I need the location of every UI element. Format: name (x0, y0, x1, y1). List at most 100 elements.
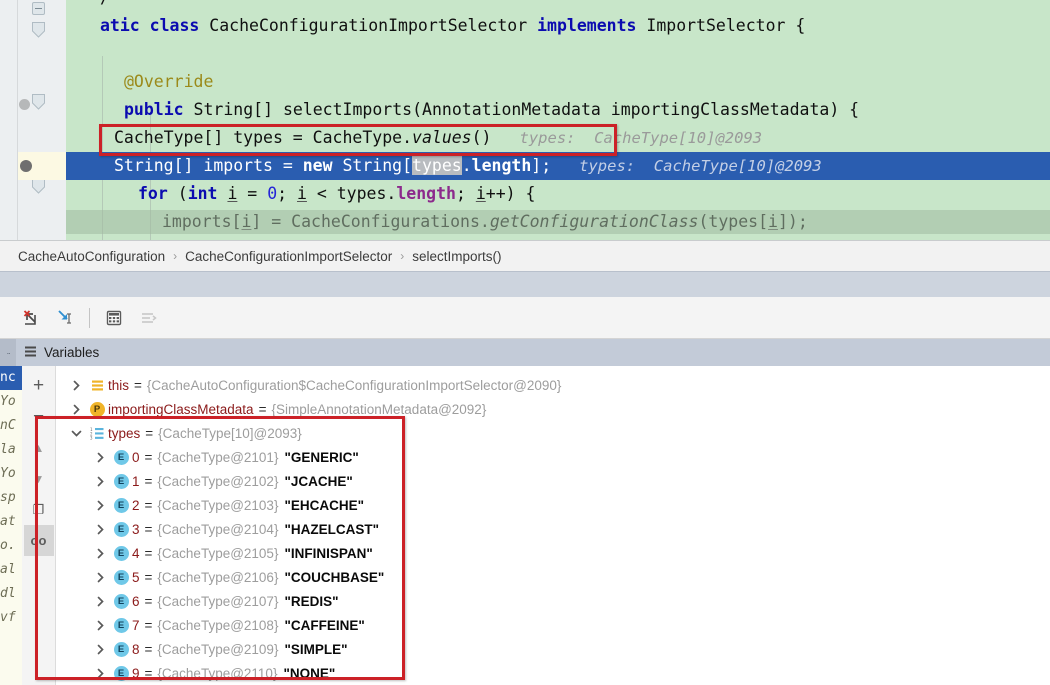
add-watch-icon[interactable]: + (24, 370, 54, 401)
code-line[interactable]: @Override (66, 68, 1050, 96)
variables-tree-row[interactable]: E 6 = {CacheType@2107} "REDIS" (56, 589, 1050, 613)
code-editor-pane[interactable]: / atic class CacheConfigurationImportSele… (0, 0, 1050, 240)
variable-value: "COUCHBASE" (284, 569, 385, 585)
variables-tree-row[interactable]: E 8 = {CacheType@2109} "SIMPLE" (56, 637, 1050, 661)
code-token: () (471, 128, 492, 147)
code-line[interactable]: public String[] selectImports(Annotation… (66, 96, 1050, 124)
background-code-line: Yo (0, 466, 16, 481)
copy-value-icon[interactable]: ❐ (24, 494, 54, 525)
chevron-right-icon[interactable] (90, 572, 110, 583)
variables-tree-row[interactable]: E 1 = {CacheType@2102} "JCACHE" (56, 469, 1050, 493)
breadcrumb-separator-icon: › (400, 249, 405, 263)
chevron-right-icon[interactable] (90, 596, 110, 607)
variables-tree-row[interactable]: 1 2 3 types = {CacheType[10]@2093} (56, 421, 1050, 445)
chevron-right-icon[interactable] (66, 380, 86, 391)
move-up-icon[interactable]: ▲ (24, 432, 54, 463)
variables-tree-row[interactable]: E 9 = {CacheType@2110} "NONE" (56, 661, 1050, 685)
chevron-down-icon[interactable] (66, 428, 86, 439)
variable-value: "NONE" (283, 665, 336, 681)
variables-tree-row[interactable]: E 2 = {CacheType@2103} "EHCACHE" (56, 493, 1050, 517)
code-line[interactable]: / (66, 0, 1050, 12)
variables-panel[interactable]: nc Yo nC la Yo sp at o. al dl vf + − ▲ ▼ ❐ oo this = {Cac… (0, 366, 1050, 685)
chevron-right-icon[interactable] (90, 500, 110, 511)
variable-reference: {CacheType@2110} (157, 665, 278, 681)
breadcrumb[interactable]: CacheAutoConfiguration › CacheConfigurat… (0, 240, 1050, 271)
variable-name: 3 (132, 521, 140, 537)
code-token: atic (100, 16, 150, 35)
variables-tree-row[interactable]: this = {CacheAutoConfiguration$CacheConfig… (56, 373, 1050, 397)
chevron-right-icon[interactable] (90, 548, 110, 559)
chevron-right-icon[interactable] (90, 668, 110, 679)
tab-variables[interactable]: Variables (16, 339, 110, 366)
breadcrumb-item-2[interactable]: selectImports() (412, 249, 501, 264)
variable-reference: {CacheType@2106} (157, 569, 279, 585)
code-token: implements (537, 16, 647, 35)
background-code-line: al (0, 562, 16, 577)
code-token: < types. (306, 184, 397, 203)
enum-e-icon: E (110, 617, 132, 633)
variables-tree-row[interactable]: E 4 = {CacheType@2105} "INFINISPAN" (56, 541, 1050, 565)
enum-e-icon: E (110, 497, 132, 513)
equals-sign: = (144, 641, 153, 657)
breadcrumb-item-0[interactable]: CacheAutoConfiguration (18, 249, 165, 264)
code-token: public (124, 100, 194, 119)
code-line[interactable] (66, 40, 1050, 68)
step-out-icon[interactable] (14, 301, 48, 335)
chevron-right-icon[interactable] (90, 524, 110, 535)
fold-marker-icon[interactable] (32, 2, 45, 15)
svg-text:3: 3 (90, 435, 93, 439)
code-line[interactable]: String[] imports = new String[types.leng… (66, 152, 1050, 180)
settings-lines-icon[interactable] (131, 301, 165, 335)
equals-sign: = (144, 521, 153, 537)
remove-watch-icon[interactable]: − (24, 401, 54, 432)
inline-debug-hint: types: CacheType[10]@2093 (491, 129, 763, 147)
variables-tree-row[interactable]: E 5 = {CacheType@2106} "COUCHBASE" (56, 565, 1050, 589)
code-token: values (412, 128, 472, 147)
move-down-icon[interactable]: ▼ (24, 463, 54, 494)
variables-tab-header[interactable]: ∙∙ Variables (0, 339, 1050, 366)
variables-tree-row[interactable]: E 7 = {CacheType@2108} "CAFFEINE" (56, 613, 1050, 637)
equals-sign: = (258, 401, 267, 417)
variable-reference: {CacheType@2107} (157, 593, 279, 609)
execution-pointer-icon (20, 160, 32, 172)
debugger-toolbar[interactable] (0, 297, 1050, 339)
variables-tree[interactable]: this = {CacheAutoConfiguration$CacheConfig… (56, 366, 1050, 685)
toolbar-separator (89, 307, 90, 328)
editor-gutter[interactable] (18, 0, 66, 240)
breadcrumb-item-1[interactable]: CacheConfigurationImportSelector (185, 249, 392, 264)
enum-badge: E (113, 617, 129, 633)
chevron-right-icon[interactable] (90, 452, 110, 463)
chevron-right-icon[interactable] (90, 644, 110, 655)
variables-tree-row[interactable]: E 3 = {CacheType@2104} "HAZELCAST" (56, 517, 1050, 541)
parameter-badge: P (89, 401, 105, 417)
breakpoint-indicator-icon[interactable] (19, 99, 30, 110)
fold-arrow-icon[interactable] (32, 178, 45, 195)
chevron-right-icon[interactable] (66, 404, 86, 415)
parameter-p-icon: P (86, 401, 108, 417)
breadcrumb-separator-icon: › (173, 249, 178, 263)
variable-reference: {CacheType@2104} (157, 521, 279, 537)
variable-reference: {CacheAutoConfiguration$CacheConfigurati… (146, 377, 562, 393)
force-step-into-icon[interactable] (48, 301, 82, 335)
code-line[interactable]: CacheType[] types = CacheType.values() t… (66, 124, 1050, 152)
enum-badge: E (113, 473, 129, 489)
variables-tree-row[interactable]: E 0 = {CacheType@2101} "GENERIC" (56, 445, 1050, 469)
inspect-icon[interactable]: oo (23, 525, 54, 556)
code-line[interactable]: for (int i = 0; i < types.length; i++) { (66, 180, 1050, 208)
variables-tree-row[interactable]: PimportingClassMetadata = {SimpleAnnotatio… (56, 397, 1050, 421)
toolbar-overflow-icon[interactable] (4, 301, 14, 335)
chevron-right-icon[interactable] (90, 476, 110, 487)
variables-side-toolbar[interactable]: + − ▲ ▼ ❐ oo (22, 366, 56, 685)
fold-arrow-icon[interactable] (32, 94, 45, 111)
code-line[interactable]: atic class CacheConfigurationImportSelec… (66, 12, 1050, 40)
fold-arrow-icon[interactable] (32, 22, 45, 39)
chevron-right-icon[interactable] (90, 620, 110, 631)
evaluate-expression-icon[interactable] (97, 301, 131, 335)
pane-divider[interactable] (0, 271, 1050, 297)
code-text-area[interactable]: / atic class CacheConfigurationImportSele… (66, 0, 1050, 240)
background-code-line: at (0, 514, 16, 529)
variable-value: "GENERIC" (284, 449, 359, 465)
panel-rail-handle[interactable]: ∙∙ (0, 339, 16, 366)
variable-reference: {CacheType@2102} (157, 473, 279, 489)
code-token: new (302, 156, 343, 175)
